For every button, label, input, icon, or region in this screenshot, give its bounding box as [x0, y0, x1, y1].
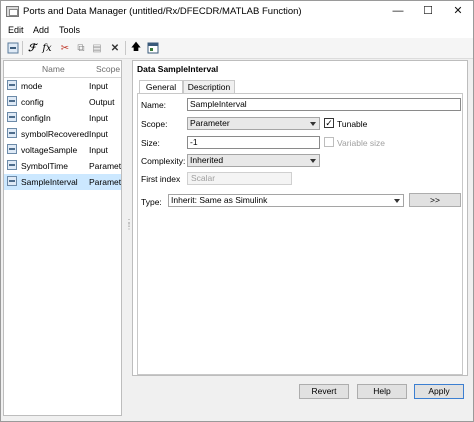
type-label: Type:: [141, 197, 162, 207]
variable-icon: [7, 144, 17, 154]
data-row-scope: Parameter: [89, 161, 121, 171]
variable-icon: [7, 112, 17, 122]
chevron-down-icon: [394, 199, 400, 203]
variable-size-checkbox[interactable]: [324, 137, 334, 147]
size-field[interactable]: -1: [187, 136, 320, 149]
toolbar: ℱ fx ✂ ⧉ ▤ ✕ 🡅: [1, 38, 473, 59]
data-row-name: mode: [21, 81, 43, 91]
tab-description[interactable]: Description: [183, 80, 235, 93]
variable-icon: [7, 128, 17, 138]
scope-column-header[interactable]: Scope: [96, 64, 120, 74]
title-bar: Ports and Data Manager (untitled/Rx/DFEC…: [1, 1, 473, 23]
data-row-scope: Input: [89, 113, 108, 123]
cut-icon[interactable]: ✂: [58, 41, 72, 55]
data-list-header: Name Scope: [4, 61, 121, 78]
apply-button[interactable]: Apply: [414, 384, 464, 399]
menu-tools[interactable]: Tools: [59, 25, 80, 35]
fx-icon[interactable]: fx: [40, 41, 54, 55]
data-list-row[interactable]: mode Input: [4, 78, 121, 94]
data-list-row[interactable]: config Output: [4, 94, 121, 110]
data-list-row[interactable]: configIn Input: [4, 110, 121, 126]
toolbar-separator: [125, 41, 126, 55]
menu-add[interactable]: Add: [33, 25, 49, 35]
data-row-scope: Input: [89, 145, 108, 155]
data-row-name: SymbolTime: [21, 161, 68, 171]
data-list-row[interactable]: symbolRecovered Input: [4, 126, 121, 142]
close-button[interactable]: ✕: [443, 1, 473, 23]
first-index-label: First index: [141, 174, 181, 184]
variable-icon: [7, 96, 17, 106]
type-dropdown[interactable]: Inherit: Same as Simulink: [168, 194, 404, 207]
data-row-scope: Input: [89, 129, 108, 139]
variable-icon: [7, 160, 17, 170]
type-value: Inherit: Same as Simulink: [171, 195, 268, 205]
first-index-field: Scalar: [187, 172, 292, 185]
up-arrow-icon[interactable]: 🡅: [129, 41, 143, 55]
data-row-name: voltageSample: [21, 145, 78, 155]
maximize-button[interactable]: ☐: [413, 1, 443, 23]
properties-title: Data SampleInterval: [137, 64, 219, 74]
add-data-icon[interactable]: [6, 41, 20, 55]
complexity-value: Inherited: [190, 155, 224, 165]
toolbar-separator: [22, 41, 23, 55]
chevron-down-icon: [310, 159, 316, 163]
menu-bar: Edit Add Tools: [1, 23, 473, 38]
delete-icon[interactable]: ✕: [108, 41, 122, 55]
general-tab-panel: Name: SampleInterval Scope: Parameter ✓ …: [137, 93, 463, 375]
data-row-name: config: [21, 97, 44, 107]
name-field[interactable]: SampleInterval: [187, 98, 461, 111]
data-properties-pane: Data SampleInterval General Description …: [132, 60, 468, 376]
tunable-label: Tunable: [337, 119, 368, 129]
pane-splitter-handle[interactable]: ⋮ ⋮: [125, 219, 133, 235]
data-type-assistant-button[interactable]: >>: [409, 193, 461, 207]
data-row-scope: Output: [89, 97, 115, 107]
tab-general[interactable]: General: [139, 80, 183, 94]
tunable-checkbox[interactable]: ✓: [324, 118, 334, 128]
chevron-down-icon: [310, 122, 316, 126]
data-list-row-selected[interactable]: SampleInterval Parameter: [4, 174, 121, 190]
copy-icon[interactable]: ⧉: [74, 41, 88, 55]
variable-icon: [7, 176, 17, 186]
complexity-label: Complexity:: [141, 156, 186, 166]
data-list-row[interactable]: voltageSample Input: [4, 142, 121, 158]
data-list-pane: Name Scope mode Input config Output conf…: [3, 60, 122, 416]
revert-button[interactable]: Revert: [299, 384, 349, 399]
window-title: Ports and Data Manager (untitled/Rx/DFEC…: [23, 6, 302, 17]
help-button[interactable]: Help: [357, 384, 407, 399]
add-function-icon[interactable]: ℱ: [25, 41, 39, 55]
data-row-name: SampleInterval: [21, 177, 78, 187]
paste-icon[interactable]: ▤: [90, 41, 104, 55]
data-row-scope: Input: [89, 81, 108, 91]
name-label: Name:: [141, 100, 167, 110]
variable-icon: [7, 80, 17, 90]
app-icon: [6, 6, 19, 17]
scope-dropdown[interactable]: Parameter: [187, 117, 320, 130]
menu-edit[interactable]: Edit: [8, 25, 24, 35]
data-list-row[interactable]: SymbolTime Parameter: [4, 158, 121, 174]
size-label: Size:: [141, 138, 160, 148]
name-column-header[interactable]: Name: [42, 64, 65, 74]
minimize-button[interactable]: —: [383, 1, 413, 23]
data-row-scope: Parameter: [89, 177, 121, 187]
complexity-dropdown[interactable]: Inherited: [187, 154, 320, 167]
ports-data-manager-window: Ports and Data Manager (untitled/Rx/DFEC…: [0, 0, 474, 422]
data-row-name: configIn: [21, 113, 51, 123]
model-explorer-icon[interactable]: [146, 41, 160, 55]
variable-size-label: Variable size: [337, 138, 386, 148]
scope-label: Scope:: [141, 119, 168, 129]
data-row-name: symbolRecovered: [21, 129, 90, 139]
scope-value: Parameter: [190, 118, 230, 128]
